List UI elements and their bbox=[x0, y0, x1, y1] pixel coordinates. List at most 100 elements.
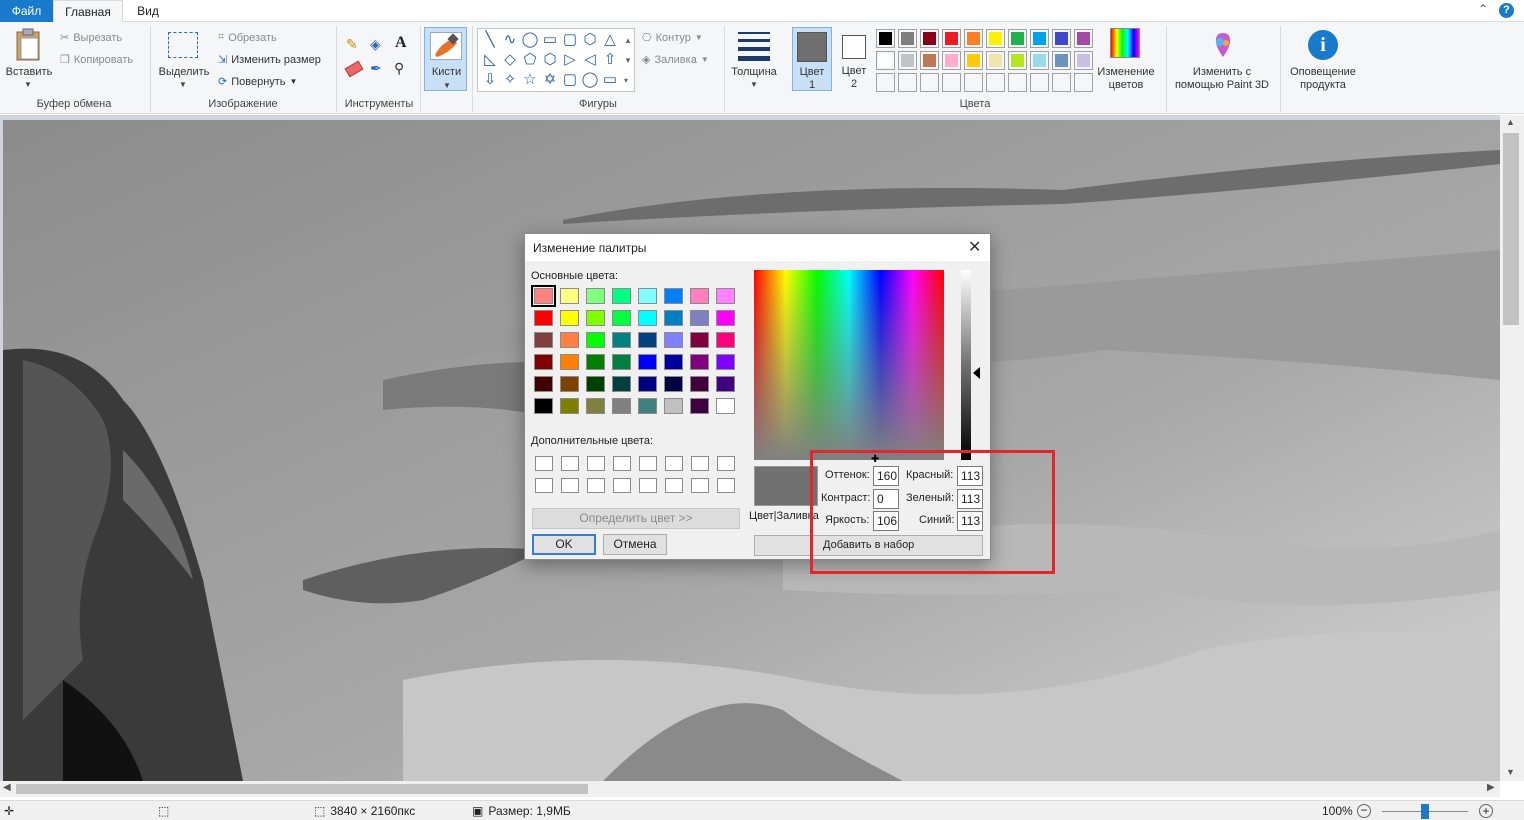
basic-color-swatch[interactable] bbox=[586, 310, 605, 326]
basic-color-swatch[interactable] bbox=[690, 376, 709, 392]
palette-swatch[interactable] bbox=[1030, 29, 1049, 48]
fill-bucket-icon[interactable]: ◈ bbox=[370, 36, 381, 53]
edit-colors-icon[interactable] bbox=[1110, 28, 1140, 58]
collapse-ribbon-icon[interactable]: ⌃ bbox=[1478, 2, 1488, 16]
basic-color-swatch[interactable] bbox=[716, 354, 735, 370]
custom-color-swatch[interactable] bbox=[613, 478, 631, 493]
palette-swatch[interactable] bbox=[898, 29, 917, 48]
basic-color-swatch[interactable] bbox=[612, 376, 631, 392]
basic-color-swatch[interactable] bbox=[716, 332, 735, 348]
basic-color-swatch[interactable] bbox=[560, 288, 579, 304]
basic-color-swatch[interactable] bbox=[690, 288, 709, 304]
palette-swatch[interactable] bbox=[986, 51, 1005, 70]
tab-home[interactable]: Главная bbox=[53, 0, 123, 23]
chevron-down-icon[interactable]: ▼ bbox=[24, 80, 32, 89]
shape-icon[interactable]: ⇩ bbox=[480, 71, 500, 89]
eraser-icon[interactable] bbox=[344, 60, 364, 78]
custom-color-swatch[interactable] bbox=[665, 456, 683, 471]
custom-color-swatch[interactable] bbox=[535, 456, 553, 471]
magnifier-icon[interactable]: ⚲ bbox=[394, 60, 404, 77]
zoom-out-icon[interactable]: − bbox=[1357, 804, 1371, 818]
resize-button[interactable]: ⇲ Изменить размер bbox=[218, 53, 321, 67]
custom-color-swatch[interactable] bbox=[613, 456, 631, 471]
palette-swatch[interactable] bbox=[1008, 51, 1027, 70]
basic-color-swatch[interactable] bbox=[638, 288, 657, 304]
palette-swatch[interactable] bbox=[942, 73, 961, 92]
basic-color-swatch[interactable] bbox=[560, 354, 579, 370]
scroll-left-icon[interactable]: ◀ bbox=[3, 782, 11, 793]
basic-color-swatch[interactable] bbox=[664, 332, 683, 348]
basic-color-swatch[interactable] bbox=[612, 288, 631, 304]
shape-icon[interactable]: ◇ bbox=[500, 51, 520, 69]
shape-icon[interactable]: ▢ bbox=[560, 71, 580, 89]
basic-color-swatch[interactable] bbox=[586, 398, 605, 414]
basic-color-swatch[interactable] bbox=[560, 310, 579, 326]
shape-icon[interactable]: ⇧ bbox=[600, 51, 620, 69]
tab-view[interactable]: Вид bbox=[123, 0, 173, 22]
zoom-slider-thumb[interactable] bbox=[1421, 804, 1429, 819]
color1-button[interactable]: Цвет 1 bbox=[792, 27, 832, 91]
palette-swatch[interactable] bbox=[964, 51, 983, 70]
cut-button[interactable]: ✂ Вырезать bbox=[60, 31, 122, 45]
paste-button[interactable]: Вставить bbox=[4, 66, 54, 79]
palette-swatch[interactable] bbox=[942, 51, 961, 70]
palette-swatch[interactable] bbox=[1030, 73, 1049, 92]
shapes-scroll-icon[interactable]: ▲ ▼ ▾ bbox=[624, 31, 632, 91]
basic-color-swatch[interactable] bbox=[534, 354, 553, 370]
zoom-in-icon[interactable]: + bbox=[1479, 804, 1493, 818]
palette-swatch[interactable] bbox=[876, 73, 895, 92]
basic-color-swatch[interactable] bbox=[531, 285, 556, 307]
palette-swatch[interactable] bbox=[876, 51, 895, 70]
basic-color-swatch[interactable] bbox=[560, 398, 579, 414]
custom-color-swatch[interactable] bbox=[639, 478, 657, 493]
basic-color-swatch[interactable] bbox=[560, 332, 579, 348]
custom-color-swatch[interactable] bbox=[561, 478, 579, 493]
shape-icon[interactable]: ✡ bbox=[540, 71, 560, 89]
palette-swatch[interactable] bbox=[964, 73, 983, 92]
scroll-up-icon[interactable]: ▲ bbox=[1506, 117, 1515, 127]
palette-swatch[interactable] bbox=[964, 29, 983, 48]
color-spectrum[interactable] bbox=[754, 270, 944, 460]
palette-swatch[interactable] bbox=[920, 29, 939, 48]
basic-color-swatch[interactable] bbox=[534, 398, 553, 414]
basic-color-swatch[interactable] bbox=[690, 398, 709, 414]
chevron-down-icon[interactable]: ▼ bbox=[750, 80, 758, 89]
cancel-button[interactable]: Отмена bbox=[603, 534, 667, 555]
basic-color-swatch[interactable] bbox=[638, 354, 657, 370]
basic-color-swatch[interactable] bbox=[586, 376, 605, 392]
basic-color-swatch[interactable] bbox=[664, 310, 683, 326]
brushes-button[interactable]: Кисти ▼ bbox=[424, 27, 467, 91]
shape-icon[interactable]: △ bbox=[600, 31, 620, 49]
edit-colors-button[interactable]: Изменение цветов bbox=[1094, 66, 1158, 92]
luminance-arrow-icon[interactable] bbox=[973, 367, 980, 379]
text-tool-icon[interactable]: A bbox=[395, 34, 407, 52]
ok-button[interactable]: OK bbox=[532, 534, 596, 555]
outline-button[interactable]: ⎔ Контур ▼ bbox=[642, 31, 703, 45]
shape-icon[interactable]: ◁ bbox=[580, 51, 600, 69]
basic-color-swatch[interactable] bbox=[664, 354, 683, 370]
basic-color-swatch[interactable] bbox=[664, 288, 683, 304]
palette-swatch[interactable] bbox=[1052, 29, 1071, 48]
product-alert-button[interactable]: Оповещение продукта bbox=[1284, 66, 1362, 92]
select-icon[interactable] bbox=[168, 32, 198, 58]
palette-swatch[interactable] bbox=[920, 51, 939, 70]
basic-color-swatch[interactable] bbox=[638, 398, 657, 414]
help-icon[interactable]: ? bbox=[1499, 3, 1514, 18]
luminance-bar[interactable] bbox=[961, 270, 971, 460]
define-custom-colors-button[interactable]: Определить цвет >> bbox=[532, 508, 740, 529]
shape-icon[interactable]: ◯ bbox=[520, 31, 540, 49]
shape-icon[interactable]: ▭ bbox=[540, 31, 560, 49]
basic-color-swatch[interactable] bbox=[716, 376, 735, 392]
palette-swatch[interactable] bbox=[920, 73, 939, 92]
palette-swatch[interactable] bbox=[1030, 51, 1049, 70]
palette-swatch[interactable] bbox=[1074, 29, 1093, 48]
basic-color-swatch[interactable] bbox=[690, 310, 709, 326]
basic-color-swatch[interactable] bbox=[612, 332, 631, 348]
basic-color-swatch[interactable] bbox=[560, 376, 579, 392]
line-thickness-icon[interactable] bbox=[738, 32, 770, 61]
scroll-right-icon[interactable]: ▶ bbox=[1487, 782, 1495, 793]
vertical-scroll-thumb[interactable] bbox=[1503, 133, 1519, 325]
custom-color-swatch[interactable] bbox=[717, 478, 735, 493]
custom-color-swatch[interactable] bbox=[665, 478, 683, 493]
shape-icon[interactable]: ⬡ bbox=[580, 31, 600, 49]
